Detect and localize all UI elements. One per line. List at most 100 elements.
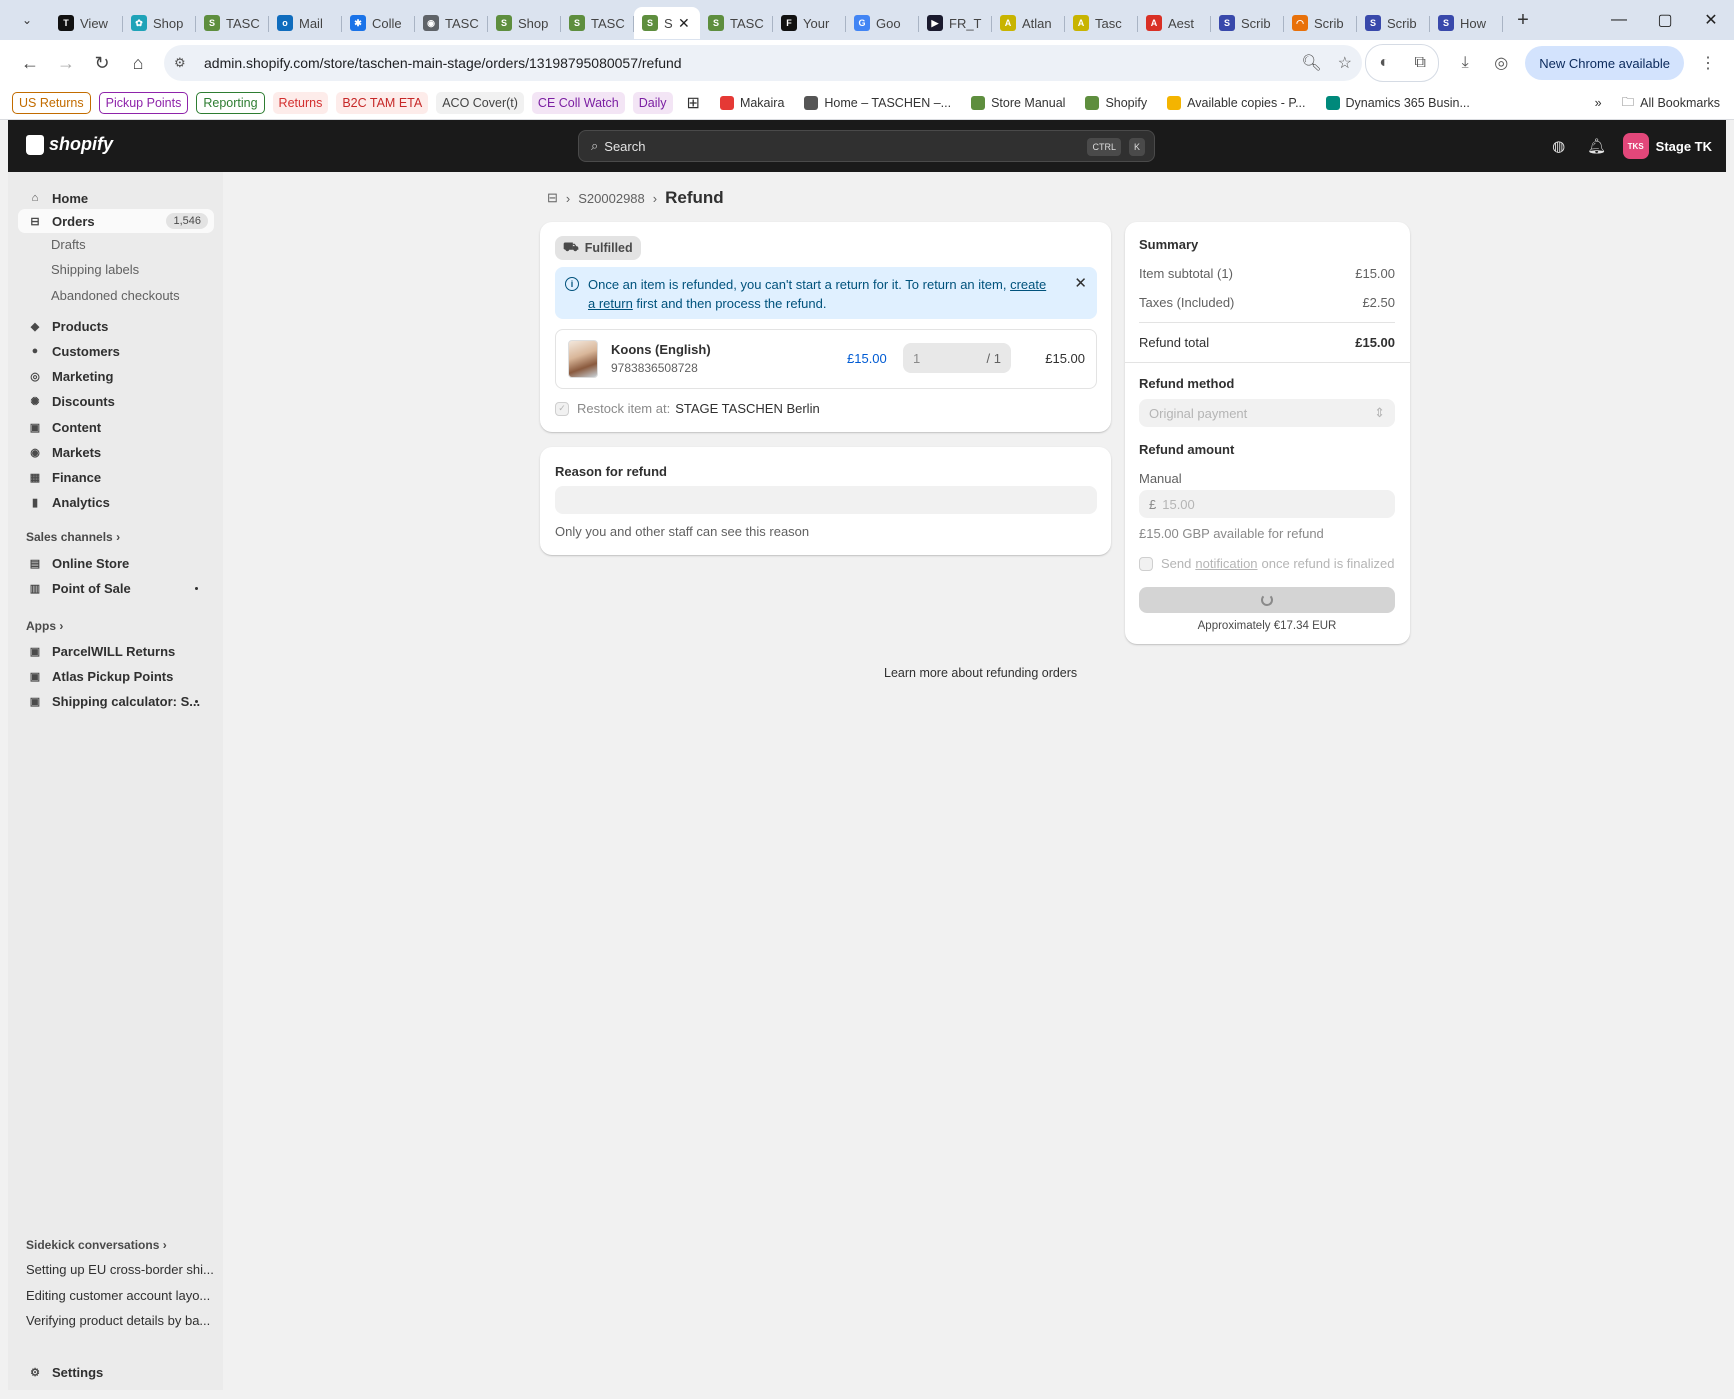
zoom-icon[interactable]: 🔍︎ [1301,53,1321,73]
browser-tab[interactable]: S How [1430,7,1503,39]
sidekick-conversation[interactable]: Editing customer account layo... [26,1288,216,1303]
search-input[interactable]: ⌕ Search CTRL K [578,130,1155,162]
reason-input[interactable] [555,486,1097,514]
apps-grid-icon[interactable]: ⊞ [681,92,706,114]
bell-icon[interactable]: 🔔︎ [1585,137,1609,155]
nav-marketing[interactable]: ◎ Marketing [18,364,214,388]
maximize-icon[interactable]: ▢ [1642,0,1688,40]
bookmark-link[interactable]: Makaira [714,92,790,114]
download-icon[interactable]: ⤓ [1447,45,1483,81]
nav-discounts[interactable]: ✺ Discounts [18,389,214,413]
shopify-logo[interactable]: shopify [26,134,113,155]
forward-arrow-icon[interactable]: → [48,45,84,81]
nav-point-of-sale[interactable]: ▥ Point of Sale [18,576,214,600]
bookmark-link[interactable]: Available copies - P... [1161,92,1311,114]
bookmark-link[interactable]: Shopify [1079,92,1153,114]
bookmark-tag[interactable]: Returns [272,91,329,114]
nav-shipping-calculator[interactable]: ▣ Shipping calculator: S... [18,689,214,713]
all-bookmarks-button[interactable]: 🗀 All Bookmarks [1622,93,1720,114]
browser-tab[interactable]: A Tasc [1065,7,1138,39]
browser-tab[interactable]: S TASC [561,7,634,39]
profile-icon[interactable]: ◎ [1483,45,1519,81]
learn-more-link[interactable]: Learn more about refunding orders [884,666,1077,680]
quantity-input[interactable]: 1 / 1 [903,343,1011,373]
browser-tab[interactable]: S Scrib [1357,7,1430,39]
browser-tab[interactable]: ✿ Shop [123,7,196,39]
sidekick-conversation[interactable]: Setting up EU cross-border shi... [26,1262,216,1277]
refund-method-select[interactable]: Original payment ⇕ [1139,399,1395,427]
order-number-link[interactable]: S20002988 [578,191,645,206]
close-window-icon[interactable]: ✕ [1688,0,1734,40]
browser-tab[interactable]: A Atlan [992,7,1065,39]
bookmark-tag[interactable]: Pickup Points [98,91,189,114]
refund-button[interactable] [1139,587,1395,613]
browser-tab[interactable]: S Shop [488,7,561,39]
browser-tab[interactable]: S TASC [196,7,269,39]
new-chrome-available-button[interactable]: New Chrome available [1525,46,1684,80]
nav-atlas-pickup-points[interactable]: ▣ Atlas Pickup Points [18,664,214,688]
browser-tab-active[interactable]: S S ✕ [634,7,700,39]
browser-tab[interactable]: G Goo [846,7,919,39]
reload-icon[interactable]: ↻ [84,45,120,81]
browser-tab[interactable]: o Mail [269,7,342,39]
nav-shipping-labels[interactable]: Shipping labels [51,262,139,277]
bookmark-link[interactable]: Store Manual [965,92,1071,114]
puzzle-icon[interactable]: ⧉ [1402,45,1438,81]
bookmark-tag[interactable]: ACO Cover(t) [436,91,524,114]
browser-tab[interactable]: F Your [773,7,846,39]
bookmark-link[interactable]: Dynamics 365 Busin... [1320,92,1476,114]
bookmark-tag[interactable]: Reporting [196,91,265,114]
minimize-icon[interactable]: — [1596,0,1642,40]
browser-tab[interactable]: S TASC [700,7,773,39]
kebab-menu-icon[interactable]: ⋮ [1690,45,1726,81]
extension-icon[interactable]: ◐ [1366,45,1402,81]
more-bookmarks-icon[interactable]: » [1595,96,1602,110]
apps-heading[interactable]: Apps › [26,619,63,633]
browser-tab[interactable]: ◠ Scrib [1284,7,1357,39]
refund-amount-input[interactable]: £15.00 [1139,490,1395,518]
nav-products[interactable]: ◆ Products [18,314,214,338]
nav-orders[interactable]: ⊟ Orders 1,546 [18,209,214,233]
sidekick-heading[interactable]: Sidekick conversations › [26,1238,167,1252]
nav-abandoned-checkouts[interactable]: Abandoned checkouts [51,288,180,303]
back-arrow-icon[interactable]: ← [12,45,48,81]
nav-markets[interactable]: ◉ Markets [18,440,214,464]
nav-settings[interactable]: ⚙ Settings [18,1360,214,1384]
tab-search-chevron-icon[interactable]: ⌄ [14,7,40,33]
notify-checkbox[interactable] [1139,556,1153,571]
nav-online-store[interactable]: ▤ Online Store [18,551,214,575]
notification-link[interactable]: notification [1195,556,1257,571]
browser-tab[interactable]: ✱ Colle [342,7,415,39]
store-menu-button[interactable]: TKS Stage TK [1622,133,1712,159]
browser-tab[interactable]: A Aest [1138,7,1211,39]
sidekick-conversation[interactable]: Verifying product details by ba... [26,1313,216,1328]
address-bar[interactable]: ⚙ admin.shopify.com/store/taschen-main-s… [164,45,1362,81]
bookmark-link[interactable]: Home – TASCHEN –... [798,92,957,114]
nav-drafts[interactable]: Drafts [51,237,86,252]
close-icon[interactable]: ✕ [1074,274,1087,292]
bookmark-tag[interactable]: CE Coll Watch [531,91,625,114]
nav-finance[interactable]: ▦ Finance [18,465,214,489]
sales-channels-heading[interactable]: Sales channels › [26,530,120,544]
nav-home[interactable]: ⌂ Home [18,186,214,210]
bookmark-tag[interactable]: Daily [632,91,673,114]
browser-tab[interactable]: S Scrib [1211,7,1284,39]
tab-title: Goo [876,15,901,31]
browser-tab[interactable]: ▶ FR_T [919,7,992,39]
home-icon[interactable]: ⌂ [120,45,156,81]
close-tab-icon[interactable]: ✕ [678,15,690,32]
nav-content[interactable]: ▣ Content [18,415,214,439]
site-info-icon[interactable]: ⚙ [174,55,196,71]
sidekick-icon[interactable]: ◍ [1547,137,1571,155]
orders-inbox-icon[interactable]: ⊟ [547,190,558,206]
new-tab-button[interactable]: + [1509,9,1537,32]
bookmark-star-icon[interactable]: ☆ [1338,53,1352,73]
bookmark-tag[interactable]: US Returns [12,91,91,114]
browser-tab[interactable]: ◉ TASC [415,7,488,39]
bookmark-tag[interactable]: B2C TAM ETA [336,91,429,114]
restock-checkbox[interactable]: ✓ [555,401,569,416]
browser-tab[interactable]: T View [50,7,123,39]
nav-parcelwill-returns[interactable]: ▣ ParcelWILL Returns [18,639,214,663]
nav-analytics[interactable]: ▮ Analytics [18,490,214,514]
nav-customers[interactable]: ● Customers [18,339,214,363]
